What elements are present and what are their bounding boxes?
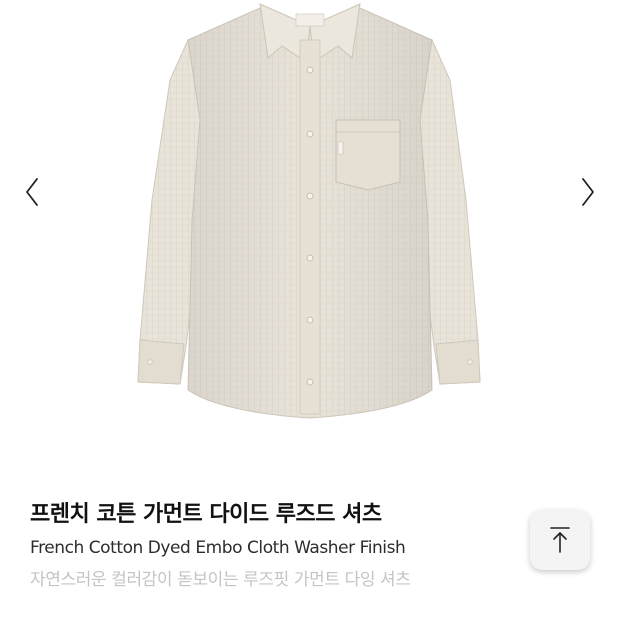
product-image: [110, 0, 510, 440]
product-image-carousel[interactable]: [0, 0, 620, 470]
scroll-to-top-button[interactable]: [530, 510, 590, 570]
product-english-name: French Cotton Dyed Embo Cloth Washer Fin…: [30, 538, 406, 558]
product-info: 프렌치 코튼 가먼트 다이드 루즈드 셔츠 French Cotton Dyed…: [30, 500, 510, 591]
product-detail-page: 프렌치 코튼 가먼트 다이드 루즈드 셔츠 French Cotton Dyed…: [0, 0, 620, 620]
product-title: 프렌치 코튼 가먼트 다이드 루즈드 셔츠: [30, 502, 382, 527]
product-description: 자연스러운 컬러감이 돋보이는 루즈핏 가먼트 다잉 셔츠: [30, 570, 411, 590]
chevron-left-icon[interactable]: [12, 168, 52, 216]
shirt-illustration: [137, 3, 481, 419]
chevron-right-icon[interactable]: [568, 168, 608, 216]
arrow-up-to-top-icon: [550, 527, 570, 553]
